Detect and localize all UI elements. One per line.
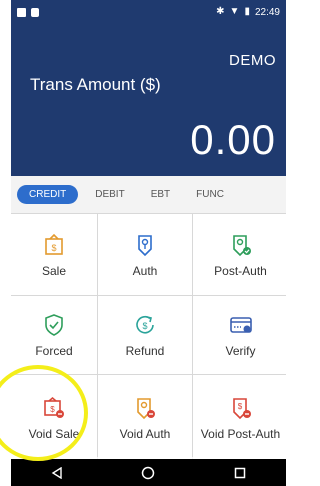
svg-text:$: $ <box>51 243 56 253</box>
transaction-grid: $ Sale Auth Post-Auth Forced $ Refund Ve… <box>11 213 286 460</box>
navigation-bar <box>11 459 286 486</box>
void-post-auth-icon: $ <box>232 397 251 419</box>
sale-icon: $ <box>45 233 63 255</box>
battery-icon: ▮ <box>244 6 250 17</box>
tab-func[interactable]: FUNC <box>187 185 233 204</box>
tab-credit[interactable]: CREDIT <box>17 185 79 204</box>
verify-label: Verify <box>225 344 256 358</box>
svg-text:$: $ <box>237 402 242 411</box>
refund-icon: $ <box>136 315 154 334</box>
void-auth-icon <box>137 397 155 419</box>
bluetooth-icon: ✱ <box>216 6 225 17</box>
status-bar: ✱ ▼ ▮ 22:49 <box>11 0 286 26</box>
sale-label: Sale <box>41 263 67 278</box>
notification-icon <box>31 8 39 17</box>
tab-ebt[interactable]: EBT <box>142 185 179 204</box>
pos-screen: ✱ ▼ ▮ 22:49 DEMO Trans Amount ($) 0.00 C… <box>11 0 286 486</box>
svg-text:$: $ <box>142 321 147 331</box>
void-auth-button[interactable]: Void Auth <box>98 375 192 460</box>
refund-label: Refund <box>125 344 165 358</box>
amount-value[interactable]: 0.00 <box>190 116 276 164</box>
recents-icon[interactable] <box>230 463 250 483</box>
post-auth-icon <box>232 234 251 256</box>
refund-button[interactable]: $ Refund <box>98 296 192 374</box>
amount-label: Trans Amount ($) <box>30 75 161 94</box>
void-sale-icon: $ <box>44 396 64 418</box>
back-icon[interactable] <box>47 463 67 483</box>
svg-text:$: $ <box>50 405 55 414</box>
post-auth-label: Post-Auth <box>214 263 267 278</box>
payment-type-tabs: CREDIT DEBIT EBT FUNC <box>11 176 286 213</box>
verify-button[interactable]: Verify <box>193 296 286 374</box>
wifi-icon: ▼ <box>229 6 240 17</box>
mode-label: DEMO <box>229 52 276 69</box>
forced-label: Forced <box>35 344 73 358</box>
tab-debit[interactable]: DEBIT <box>86 185 133 204</box>
auth-label: Auth <box>132 263 158 278</box>
sale-button[interactable]: $ Sale <box>11 214 97 295</box>
forced-button[interactable]: Forced <box>11 296 97 374</box>
void-sale-label: Void Sale <box>28 426 80 441</box>
header: ✱ ▼ ▮ 22:49 DEMO Trans Amount ($) 0.00 <box>11 0 286 176</box>
verify-icon <box>229 317 252 333</box>
home-icon[interactable] <box>138 463 158 483</box>
image-icon <box>17 8 26 17</box>
auth-icon <box>138 234 152 256</box>
auth-button[interactable]: Auth <box>98 214 192 295</box>
post-auth-button[interactable]: Post-Auth <box>193 214 286 295</box>
void-auth-label: Void Auth <box>119 426 171 441</box>
void-post-auth-button[interactable]: $ Void Post-Auth <box>193 375 286 460</box>
status-time: 22:49 <box>254 6 280 18</box>
forced-icon <box>45 314 63 336</box>
void-sale-button[interactable]: $ Void Sale <box>11 375 97 460</box>
void-post-auth-label: Void Post-Auth <box>200 426 281 441</box>
